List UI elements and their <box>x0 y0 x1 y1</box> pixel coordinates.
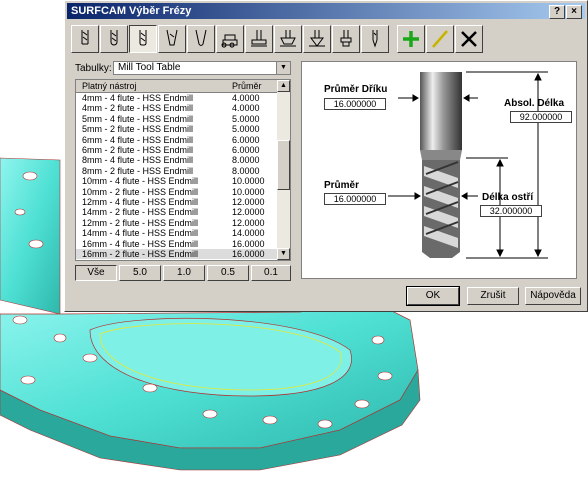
tool-diameter-cell: 4.0000 <box>232 103 260 114</box>
slot-cutter-icon[interactable] <box>274 25 302 53</box>
shank-diameter-label: Průměr Dříku <box>324 84 388 95</box>
tool-name-cell: 12mm - 4 flute - HSS Endmill <box>82 197 199 207</box>
facemill-icon[interactable] <box>245 25 273 53</box>
tool-name-cell: 5mm - 2 flute - HSS Endmill <box>82 124 194 135</box>
flute-length-label: Délka ostří <box>482 192 534 203</box>
chamfer-icon[interactable] <box>303 25 331 53</box>
table-row[interactable]: 10mm - 4 flute - HSS Endmill 10.0000 <box>76 176 278 186</box>
tool-diameter-cell: 8.0000 <box>232 155 260 166</box>
tool-diameter-cell: 10.0000 <box>232 176 265 187</box>
tool-diameter-cell: 18.0000 <box>232 259 265 260</box>
tool-name-cell: 4mm - 4 flute - HSS Endmill <box>82 93 194 103</box>
ball-endmill-icon[interactable] <box>100 25 128 53</box>
overall-length-value[interactable]: 92.000000 <box>510 111 572 123</box>
help-title-button[interactable]: ? <box>549 5 565 19</box>
tool-diameter-cell: 6.0000 <box>232 145 260 155</box>
filter-5-button[interactable]: 5.0 <box>119 265 161 281</box>
table-row[interactable]: 14mm - 4 flute - HSS Endmill 14.0000 <box>76 228 278 238</box>
keyseat-icon[interactable] <box>361 25 389 53</box>
taper-ball-icon[interactable] <box>187 25 215 53</box>
tool-name-cell: 6mm - 2 flute - HSS Endmill <box>82 145 194 155</box>
tool-diameter-cell: 14.0000 <box>232 228 265 239</box>
filter-1-button[interactable]: 1.0 <box>163 265 205 281</box>
tool-preview-panel: Průměr Dříku 16.000000 Průměr 16.000000 … <box>301 61 577 279</box>
table-row[interactable]: 16mm - 4 flute - HSS Endmill 16.0000 <box>76 239 278 249</box>
filter-05-button[interactable]: 0.5 <box>207 265 249 281</box>
table-row[interactable]: 16mm - 2 flute - HSS Endmill 16.0000 <box>76 249 278 260</box>
dialog-titlebar: SURFCAM Výběr Frézy ? × <box>67 3 585 19</box>
table-row[interactable]: 10mm - 2 flute - HSS Endmill 10.0000 <box>76 187 278 197</box>
tool-diameter-cell: 6.0000 <box>232 134 260 145</box>
tool-diameter-cell: 4.0000 <box>232 93 260 103</box>
filter-all-button[interactable]: Vše <box>75 265 117 281</box>
tool-diameter-cell: 8.0000 <box>232 165 260 176</box>
tool-name-cell: 14mm - 4 flute - HSS Endmill <box>82 228 199 239</box>
flute-length-value[interactable]: 32.000000 <box>480 205 542 217</box>
table-row[interactable]: 14mm - 2 flute - HSS Endmill 12.0000 <box>76 207 278 217</box>
dovetail-icon[interactable] <box>332 25 360 53</box>
help-button[interactable]: Nápověda <box>525 287 581 305</box>
tool-name-cell: 4mm - 2 flute - HSS Endmill <box>82 103 194 114</box>
tool-list[interactable]: Platný nástroj Průměr 4mm - 4 flute - HS… <box>75 79 291 261</box>
close-title-button[interactable]: × <box>566 5 582 19</box>
taper-endmill-icon[interactable] <box>158 25 186 53</box>
tool-name-cell: 8mm - 4 flute - HSS Endmill <box>82 155 194 166</box>
table-row[interactable]: 12mm - 4 flute - HSS Endmill 12.0000 <box>76 197 278 207</box>
tool-name-cell: 16mm - 2 flute - HSS Endmill <box>82 249 199 259</box>
tool-list-header: Platný nástroj Průměr <box>76 80 278 93</box>
scroll-up-icon[interactable]: ▲ <box>277 80 290 92</box>
chevron-down-icon[interactable]: ▼ <box>276 62 290 74</box>
tool-name-cell: 16mm - 4 flute - HSS Endmill <box>82 238 199 249</box>
add-icon[interactable] <box>397 25 425 53</box>
table-row[interactable]: 12mm - 2 flute - HSS Endmill 12.0000 <box>76 218 278 228</box>
cancel-button[interactable]: Zrušit <box>467 287 519 305</box>
table-row[interactable]: 8mm - 4 flute - HSS Endmill 8.0000 <box>76 155 278 165</box>
col-header-diameter[interactable]: Průměr <box>232 80 262 92</box>
tool-list-scrollbar[interactable]: ▲ ▼ <box>277 80 290 260</box>
table-row[interactable]: 5mm - 4 flute - HSS Endmill 5.0000 <box>76 114 278 124</box>
tool-name-cell: 10mm - 2 flute - HSS Endmill <box>82 186 199 197</box>
tool-name-cell: 18mm - 4 flute - HSS Endmill <box>82 259 198 260</box>
bull-endmill-icon[interactable] <box>129 25 157 53</box>
table-row[interactable]: 8mm - 2 flute - HSS Endmill 8.0000 <box>76 166 278 176</box>
filter-01-button[interactable]: 0.1 <box>251 265 291 281</box>
tool-diameter-cell: 5.0000 <box>232 113 260 124</box>
delete-icon[interactable] <box>455 25 483 53</box>
tool-diameter-cell: 16.0000 <box>232 238 265 249</box>
tool-name-cell: 5mm - 4 flute - HSS Endmill <box>82 113 194 124</box>
library-select[interactable]: Mill Tool Table ▼ <box>113 61 291 75</box>
tool-name-cell: 8mm - 2 flute - HSS Endmill <box>82 165 194 176</box>
tool-diameter-cell: 10.0000 <box>232 186 265 197</box>
tool-diameter-cell: 5.0000 <box>232 124 260 135</box>
diameter-value[interactable]: 16.000000 <box>324 193 386 205</box>
table-row[interactable]: 5mm - 2 flute - HSS Endmill 5.0000 <box>76 124 278 134</box>
tool-name-cell: 6mm - 4 flute - HSS Endmill <box>82 134 194 145</box>
tool-select-dialog: SURFCAM Výběr Frézy ? × Tabulky: Mill To… <box>64 0 588 312</box>
scroll-thumb[interactable] <box>277 140 290 190</box>
table-row[interactable]: 4mm - 4 flute - HSS Endmill 4.0000 <box>76 93 278 103</box>
flat-endmill-icon[interactable] <box>71 25 99 53</box>
tool-name-cell: 10mm - 4 flute - HSS Endmill <box>82 176 199 187</box>
tool-diameter-cell: 12.0000 <box>232 197 265 207</box>
library-value: Mill Tool Table <box>118 62 181 73</box>
tool-name-cell: 14mm - 2 flute - HSS Endmill <box>82 207 199 218</box>
table-row[interactable]: 18mm - 4 flute - HSS Endmill 18.0000 <box>76 259 278 260</box>
shank-diameter-value[interactable]: 16.000000 <box>324 98 386 110</box>
dialog-title: SURFCAM Výběr Frézy <box>71 5 192 17</box>
tool-diameter-cell: 12.0000 <box>232 217 265 228</box>
ok-button[interactable]: OK <box>406 286 460 306</box>
scroll-down-icon[interactable]: ▼ <box>277 248 290 260</box>
overall-length-label: Absol. Délka <box>504 98 565 109</box>
tool-name-cell: 12mm - 2 flute - HSS Endmill <box>82 217 199 228</box>
edit-icon[interactable] <box>426 25 454 53</box>
table-row[interactable]: 4mm - 2 flute - HSS Endmill 4.0000 <box>76 103 278 113</box>
drill-icon[interactable] <box>216 25 244 53</box>
diameter-label: Průměr <box>324 180 360 191</box>
tool-diameter-cell: 16.0000 <box>232 249 265 259</box>
tool-diameter-cell: 12.0000 <box>232 207 265 218</box>
col-header-tool[interactable]: Platný nástroj <box>82 80 137 92</box>
table-row[interactable]: 6mm - 2 flute - HSS Endmill 6.0000 <box>76 145 278 155</box>
library-label: Tabulky: <box>75 63 112 74</box>
table-row[interactable]: 6mm - 4 flute - HSS Endmill 6.0000 <box>76 135 278 145</box>
